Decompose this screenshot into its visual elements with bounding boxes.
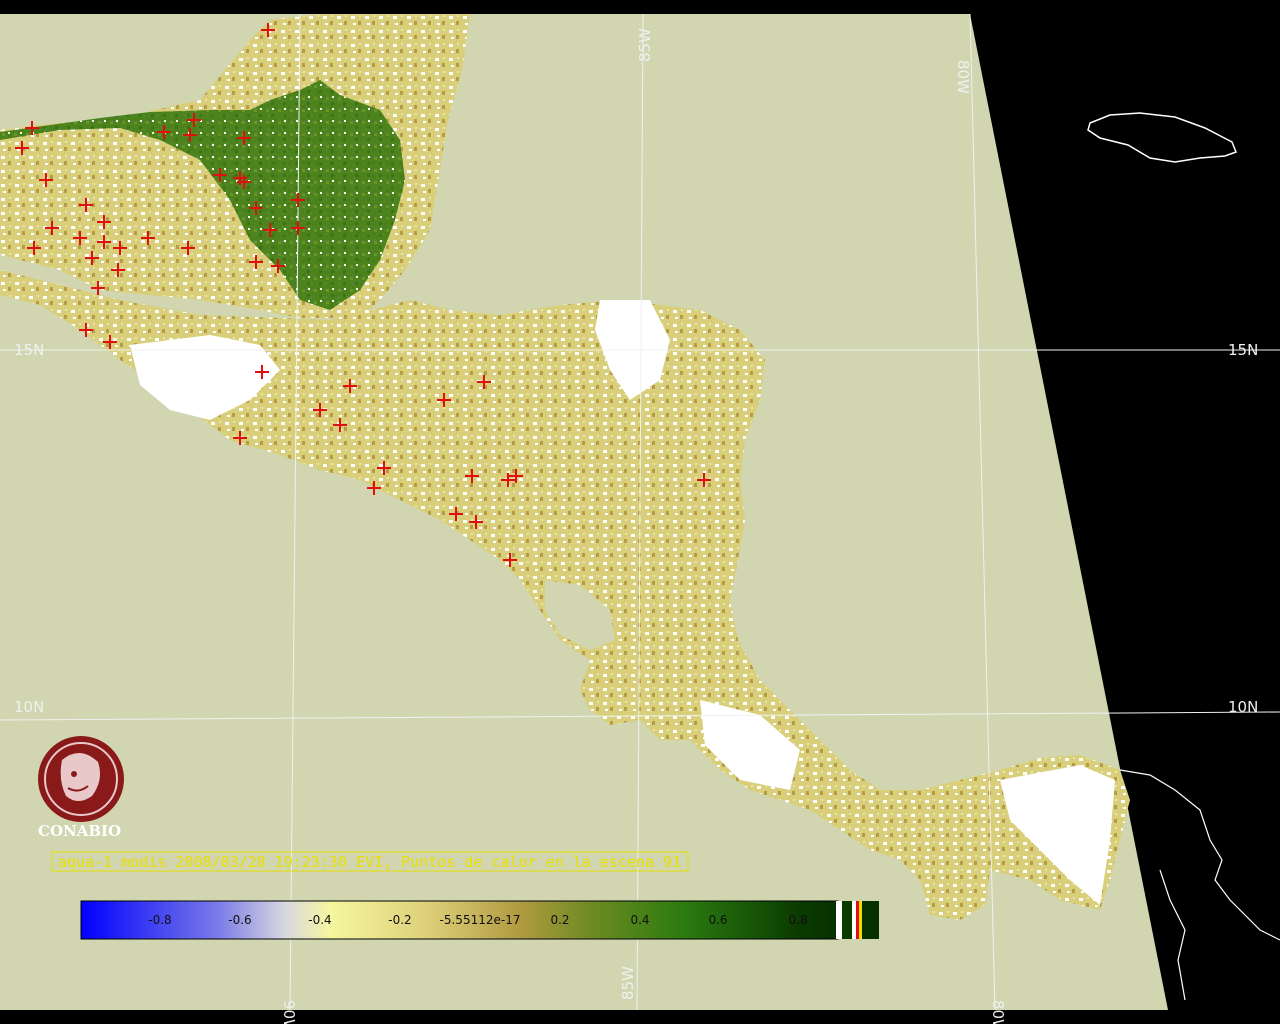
lat-label-10n-right: 10N: [1228, 698, 1258, 716]
colorbar-tick-label: 0.2: [550, 913, 569, 927]
lon-label-80w-top: 80W: [954, 60, 972, 94]
evi-map: 15N 10N 15N 10N 85W 80W 90W 85W 80W CONA…: [0, 0, 1280, 1024]
conabio-wordmark: CONABIO: [38, 822, 121, 840]
lat-label-10n-left: 10N: [14, 698, 44, 716]
scene-caption: aqua-1 modis 2008/03/28 19:23:30 EVI, Pu…: [58, 853, 681, 871]
lat-label-15n-left: 15N: [14, 341, 44, 359]
lon-label-85w-top: 85W: [636, 28, 654, 62]
lon-label-90w-bottom: 90W: [280, 1000, 298, 1024]
lat-label-15n-right: 15N: [1228, 341, 1258, 359]
colorbar-tick-label: -0.6: [228, 913, 251, 927]
lon-label-85w-bottom: 85W: [619, 966, 637, 1000]
colorbar-tick-label: -0.4: [308, 913, 331, 927]
colorbar-tick-label: 0.4: [630, 913, 649, 927]
colorbar-tick-label: -0.2: [388, 913, 411, 927]
colorbar: -0.8 -0.6 -0.4 -0.2 -5.55112e-17 0.2 0.4 0.6 0.8: [80, 900, 879, 940]
colorbar-cloud-swatch: [836, 901, 842, 939]
lon-label-80w-bottom: 80W: [989, 1000, 1007, 1024]
conabio-logo: CONABIO: [38, 736, 124, 840]
colorbar-tick-label: 0.8: [788, 913, 807, 927]
colorbar-fire-swatch: [856, 901, 859, 939]
colorbar-tick-label: -0.8: [148, 913, 171, 927]
colorbar-tick-label: 0.6: [708, 913, 727, 927]
colorbar-tick-label: -5.55112e-17: [440, 913, 521, 927]
